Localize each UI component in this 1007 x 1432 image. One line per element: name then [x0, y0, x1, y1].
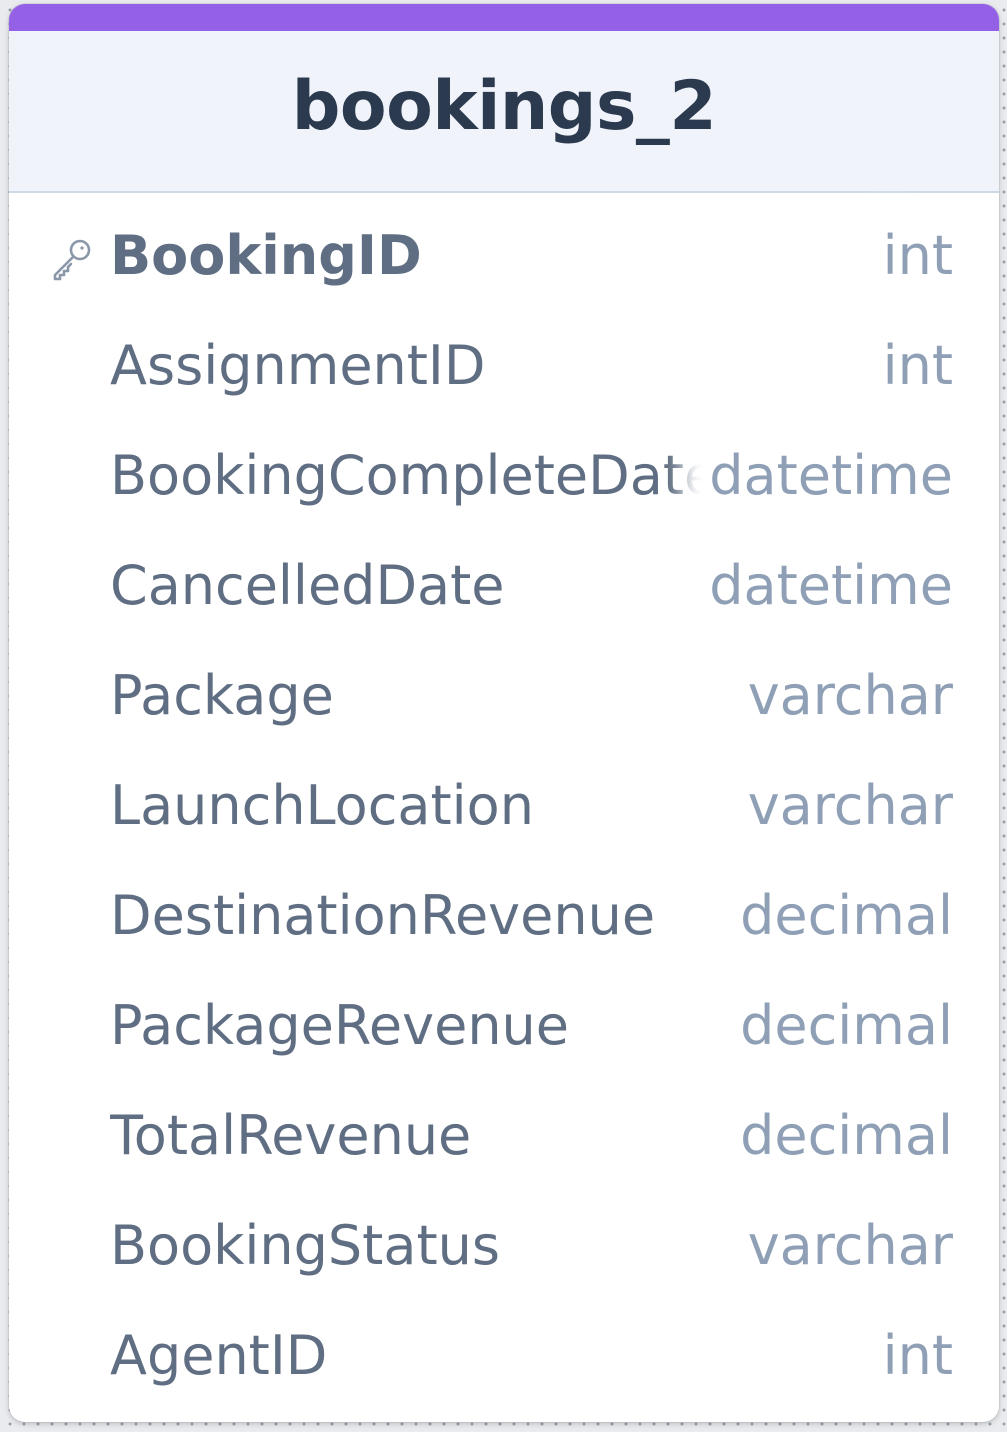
column-row[interactable]: PackageRevenue decimal — [9, 971, 999, 1081]
column-type: decimal — [734, 861, 953, 971]
column-name: LaunchLocation — [110, 774, 534, 837]
column-row[interactable]: Package varchar — [9, 641, 999, 751]
column-type: varchar — [741, 751, 953, 861]
column-name: PackageRevenue — [110, 994, 569, 1057]
table-header[interactable]: bookings_2 — [9, 31, 999, 193]
column-name: BookingCompleteDate — [110, 444, 710, 507]
column-type: varchar — [741, 1191, 953, 1301]
column-type: int — [876, 1301, 953, 1411]
table-card-bookings-2[interactable]: bookings_2 BookingID int AssignmentID in… — [9, 4, 999, 1422]
column-name: BookingID — [110, 224, 422, 287]
column-list: BookingID int AssignmentID int BookingCo… — [9, 193, 999, 1411]
column-name: Package — [110, 664, 334, 727]
column-type: decimal — [734, 971, 953, 1081]
column-name: DestinationRevenue — [110, 884, 656, 947]
column-row[interactable]: AssignmentID int — [9, 311, 999, 421]
column-name: AgentID — [110, 1324, 328, 1387]
column-name: AssignmentID — [110, 334, 486, 397]
column-type: datetime — [703, 421, 953, 531]
column-type: int — [876, 311, 953, 421]
column-row[interactable]: DestinationRevenue decimal — [9, 861, 999, 971]
column-name: TotalRevenue — [110, 1104, 472, 1167]
column-row[interactable]: LaunchLocation varchar — [9, 751, 999, 861]
table-accent-bar — [9, 4, 999, 31]
column-row[interactable]: BookingCompleteDate datetime — [9, 421, 999, 531]
column-type: datetime — [703, 531, 953, 641]
table-title: bookings_2 — [291, 66, 717, 146]
column-row[interactable]: BookingStatus varchar — [9, 1191, 999, 1301]
key-icon — [53, 239, 91, 281]
column-type: varchar — [741, 641, 953, 751]
column-type: decimal — [734, 1081, 953, 1191]
column-row[interactable]: BookingID int — [9, 201, 999, 311]
column-row[interactable]: TotalRevenue decimal — [9, 1081, 999, 1191]
column-name: CancelledDate — [110, 554, 505, 617]
column-row[interactable]: CancelledDate datetime — [9, 531, 999, 641]
column-type: int — [876, 201, 953, 311]
column-name: BookingStatus — [110, 1214, 500, 1277]
column-row[interactable]: AgentID int — [9, 1301, 999, 1411]
